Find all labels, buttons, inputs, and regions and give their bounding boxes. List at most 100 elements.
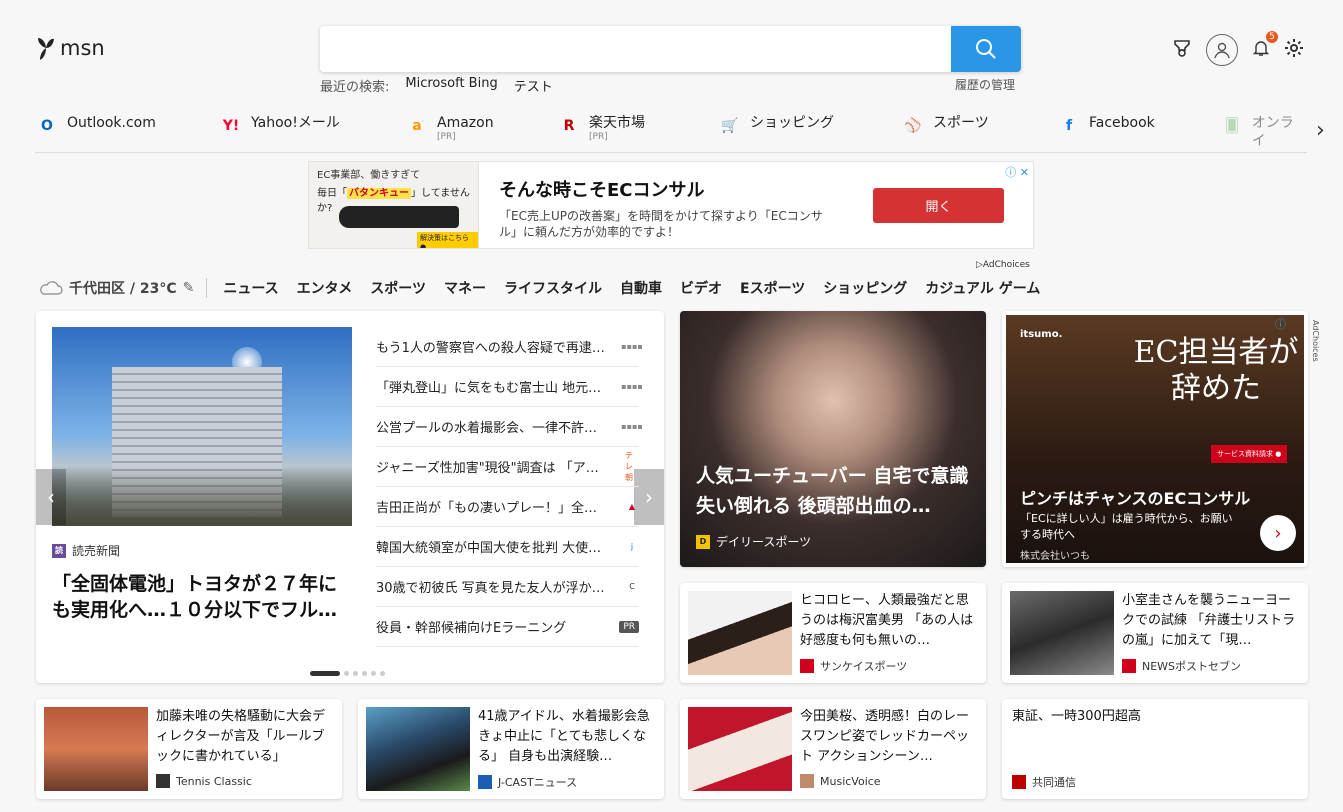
headline-item[interactable]: 韓国大統領室が中国大使を批判 大使… j xyxy=(376,527,639,567)
native-ad-title: ピンチはチャンスのECコンサル xyxy=(1020,489,1251,508)
nav-item[interactable]: ニュース xyxy=(223,278,278,298)
daily-sports-logo-icon: D xyxy=(696,534,710,549)
search-input[interactable] xyxy=(320,26,951,72)
nav-item[interactable]: マネー xyxy=(444,278,486,298)
notifications-bell-icon[interactable]: 5 xyxy=(1252,31,1278,61)
carousel-prev-icon[interactable]: ‹ xyxy=(36,469,66,525)
native-ad-image: itsumo. EC担当者が辞めた サービス資料請求 ● ピンチはチャンスのEC… xyxy=(1006,315,1304,563)
nav-item[interactable]: カジュアル ゲーム xyxy=(925,278,1040,298)
ad-info-close-icon[interactable]: ⓘ ✕ xyxy=(1005,164,1029,180)
edit-pencil-icon[interactable]: ✎ xyxy=(183,280,195,296)
news-card-title: 今田美桜、透明感！白のレースワンピ姿でレッドカーペット アクションシーン… xyxy=(800,709,970,764)
banner-open-button[interactable]: 開く xyxy=(873,188,1004,223)
quick-link-5[interactable]: ⚾ スポーツ xyxy=(901,114,988,138)
headline-item[interactable]: 30歳で初彼氏 写真を見た友人が浮か… C xyxy=(376,567,639,607)
nav-item[interactable]: ライフスタイル xyxy=(504,278,602,298)
headline-item[interactable]: 公営プールの水着撮影会、一律不許… ▪▪▪▪ xyxy=(376,407,643,447)
quick-links-bar: O Outlook.com Y! Yahoo!メール a Amazon [PR] R 楽天市場[… xyxy=(35,110,1307,153)
news-card-title: 41歳アイドル、水着撮影会急きょ中止に「とても悲しくなる」 自身も出演経験… xyxy=(478,709,650,764)
rewards-icon[interactable] xyxy=(1172,38,1192,62)
native-ad-request-button[interactable]: サービス資料請求 ● xyxy=(1211,445,1288,463)
hero-image[interactable] xyxy=(52,327,352,526)
headline-item[interactable]: もう1人の警察官への殺人容疑で再逮… ▪▪▪▪ xyxy=(376,327,643,367)
source-logo-icon xyxy=(1012,775,1026,789)
headline-text: もう1人の警察官への殺人容疑で再逮… xyxy=(376,341,605,356)
weather-widget[interactable]: 千代田区 / 23°C ✎ xyxy=(37,278,208,298)
quick-link-icon: R xyxy=(563,118,575,134)
news-card[interactable]: 小室圭さんを襲うニューヨークでの試練 「弁護士リストラの嵐」に加えて「現… NEW… xyxy=(1002,583,1308,683)
settings-gear-icon[interactable] xyxy=(1284,38,1304,62)
carousel-dot[interactable] xyxy=(371,671,376,676)
headline-item[interactable]: 「弾丸登山」に気をもむ富士山 地元… ▪▪▪▪ xyxy=(376,367,643,407)
banner-ad-description: 「EC売上UPの改善案」を時間をかけて探すより「ECコンサル」に頼んだ方が効率的… xyxy=(499,209,823,239)
recent-search-item[interactable]: Microsoft Bing xyxy=(405,76,497,95)
quick-link-1[interactable]: Y! Yahoo!メール xyxy=(219,114,340,138)
quick-links-next-icon[interactable]: › xyxy=(1316,118,1325,143)
quick-link-7[interactable]: 🂠 オンライ xyxy=(1220,114,1307,150)
banner-ad[interactable]: EC事業部、働きすぎて 毎日「 バタンキュー 」してませんか? 解決策はこちら ● … xyxy=(308,161,1034,249)
nav-item[interactable]: ビデオ xyxy=(680,278,722,298)
carousel-dot[interactable] xyxy=(344,671,349,676)
notification-count-badge: 5 xyxy=(1266,31,1278,43)
headline-text: 「弾丸登山」に気をもむ富士山 地元… xyxy=(376,381,602,396)
banner-figure xyxy=(339,206,459,228)
news-card-source-name: 共同通信 xyxy=(1032,776,1076,789)
ad-info-icon[interactable]: ⓘ xyxy=(1275,316,1286,332)
nav-item[interactable]: スポーツ xyxy=(370,278,426,298)
source-logo-icon: ▪▪▪▪ xyxy=(621,382,643,391)
carousel-dot[interactable] xyxy=(362,671,367,676)
news-card-source-name: Tennis Classic xyxy=(176,774,252,788)
quick-link-icon: 🂠 xyxy=(1224,118,1240,134)
news-card-title: 小室圭さんを襲うニューヨークでの試練 「弁護士リストラの嵐」に加えて「現… xyxy=(1122,593,1296,648)
quick-link-3[interactable]: R 楽天市場 [PR] xyxy=(557,114,645,142)
news-card[interactable]: 今田美桜、透明感！白のレースワンピ姿でレッドカーペット アクションシーン… Mus… xyxy=(680,699,986,799)
quick-link-pr: [PR] xyxy=(589,132,608,142)
hero-headline[interactable]: 「全固体電池」トヨタが２７年にも実用化へ…１０分以下でフル… xyxy=(52,571,342,623)
source-logo-icon: ▪▪▪▪ xyxy=(621,342,643,351)
news-card-source-name: サンケイスポーツ xyxy=(820,660,908,673)
source-logo-icon: テレ朝 xyxy=(625,451,633,482)
quick-link-pr: [PR] xyxy=(437,132,456,142)
news-card-image xyxy=(1010,591,1114,675)
quick-link-0[interactable]: O Outlook.com xyxy=(35,114,156,138)
news-card-source-name: J-CASTニュース xyxy=(498,776,578,789)
msn-logo[interactable]: msn xyxy=(34,34,105,62)
news-card-title: ヒコロヒー、人類最強だと思うのは梅沢富美男 「あの人は好感度も何も無いの… xyxy=(800,593,974,648)
search-button[interactable] xyxy=(951,26,1021,72)
adchoices-vertical-link[interactable]: AdChoices xyxy=(1311,320,1320,362)
quick-link-label: ショッピング xyxy=(750,115,834,131)
news-card[interactable]: 東証、一時300円超高 共同通信 xyxy=(1002,699,1308,799)
news-card[interactable]: ヒコロヒー、人類最強だと思うのは梅沢富美男 「あの人は好感度も何も無いの… サンケ… xyxy=(680,583,986,683)
carousel-dot[interactable] xyxy=(310,671,340,676)
source-logo-icon: ▲ xyxy=(628,502,636,511)
native-ad-arrow-icon[interactable]: › xyxy=(1260,515,1296,551)
carousel-dot[interactable] xyxy=(380,671,385,676)
profile-avatar-icon[interactable] xyxy=(1206,34,1238,66)
nav-item[interactable]: 自動車 xyxy=(620,278,662,298)
carousel-dot[interactable] xyxy=(353,671,358,676)
quick-link-icon: ⚾ xyxy=(904,118,922,134)
quick-link-icon: 🛒 xyxy=(721,118,739,134)
recent-search-item[interactable]: テスト xyxy=(514,76,553,95)
quick-link-2[interactable]: a Amazon [PR] xyxy=(405,114,493,142)
adchoices-link[interactable]: ▷AdChoices xyxy=(976,260,1030,270)
header-actions: 5 xyxy=(1172,31,1304,66)
native-ad-card[interactable]: itsumo. EC担当者が辞めた サービス資料請求 ● ピンチはチャンスのEC… xyxy=(1002,311,1308,567)
nav-item[interactable]: Eスポーツ xyxy=(740,278,805,298)
manage-history-link[interactable]: 履歴の管理 xyxy=(955,76,1015,93)
headline-item[interactable]: 役員・幹部候補向けEラーニング PR xyxy=(376,607,639,647)
source-logo-icon xyxy=(800,774,814,788)
quick-link-6[interactable]: f Facebook xyxy=(1057,114,1155,138)
headline-item[interactable]: 吉田正尚が「もの凄いプレー！」全… ▲ xyxy=(376,487,639,527)
nav-item[interactable]: エンタメ xyxy=(297,278,353,298)
headline-text: 公営プールの水着撮影会、一律不許… xyxy=(376,421,598,436)
quick-link-icon: a xyxy=(412,118,422,134)
news-card[interactable]: 41歳アイドル、水着撮影会急きょ中止に「とても悲しくなる」 自身も出演経験… J-… xyxy=(358,699,664,799)
category-nav: 千代田区 / 23°C ✎ ニュース エンタメ スポーツ マネー ライフスタイル 自動車ビ… xyxy=(37,278,1040,298)
news-card-source: 共同通信 xyxy=(1012,774,1076,790)
quick-link-4[interactable]: 🛒 ショッピング xyxy=(718,114,834,138)
headline-item[interactable]: ジャニーズ性加害"現役"調査は 「ア… テレ朝 xyxy=(376,447,639,487)
featured-story-card[interactable]: 人気ユーチューバー 自宅で意識失い倒れる 後頭部出血の… D デイリースポーツ xyxy=(680,311,986,567)
news-card[interactable]: 加藤未唯の失格騒動に大会ディレクターが言及「ルールブックに書かれている」 Tenn… xyxy=(36,699,342,799)
nav-item[interactable]: ショッピング xyxy=(823,278,907,298)
